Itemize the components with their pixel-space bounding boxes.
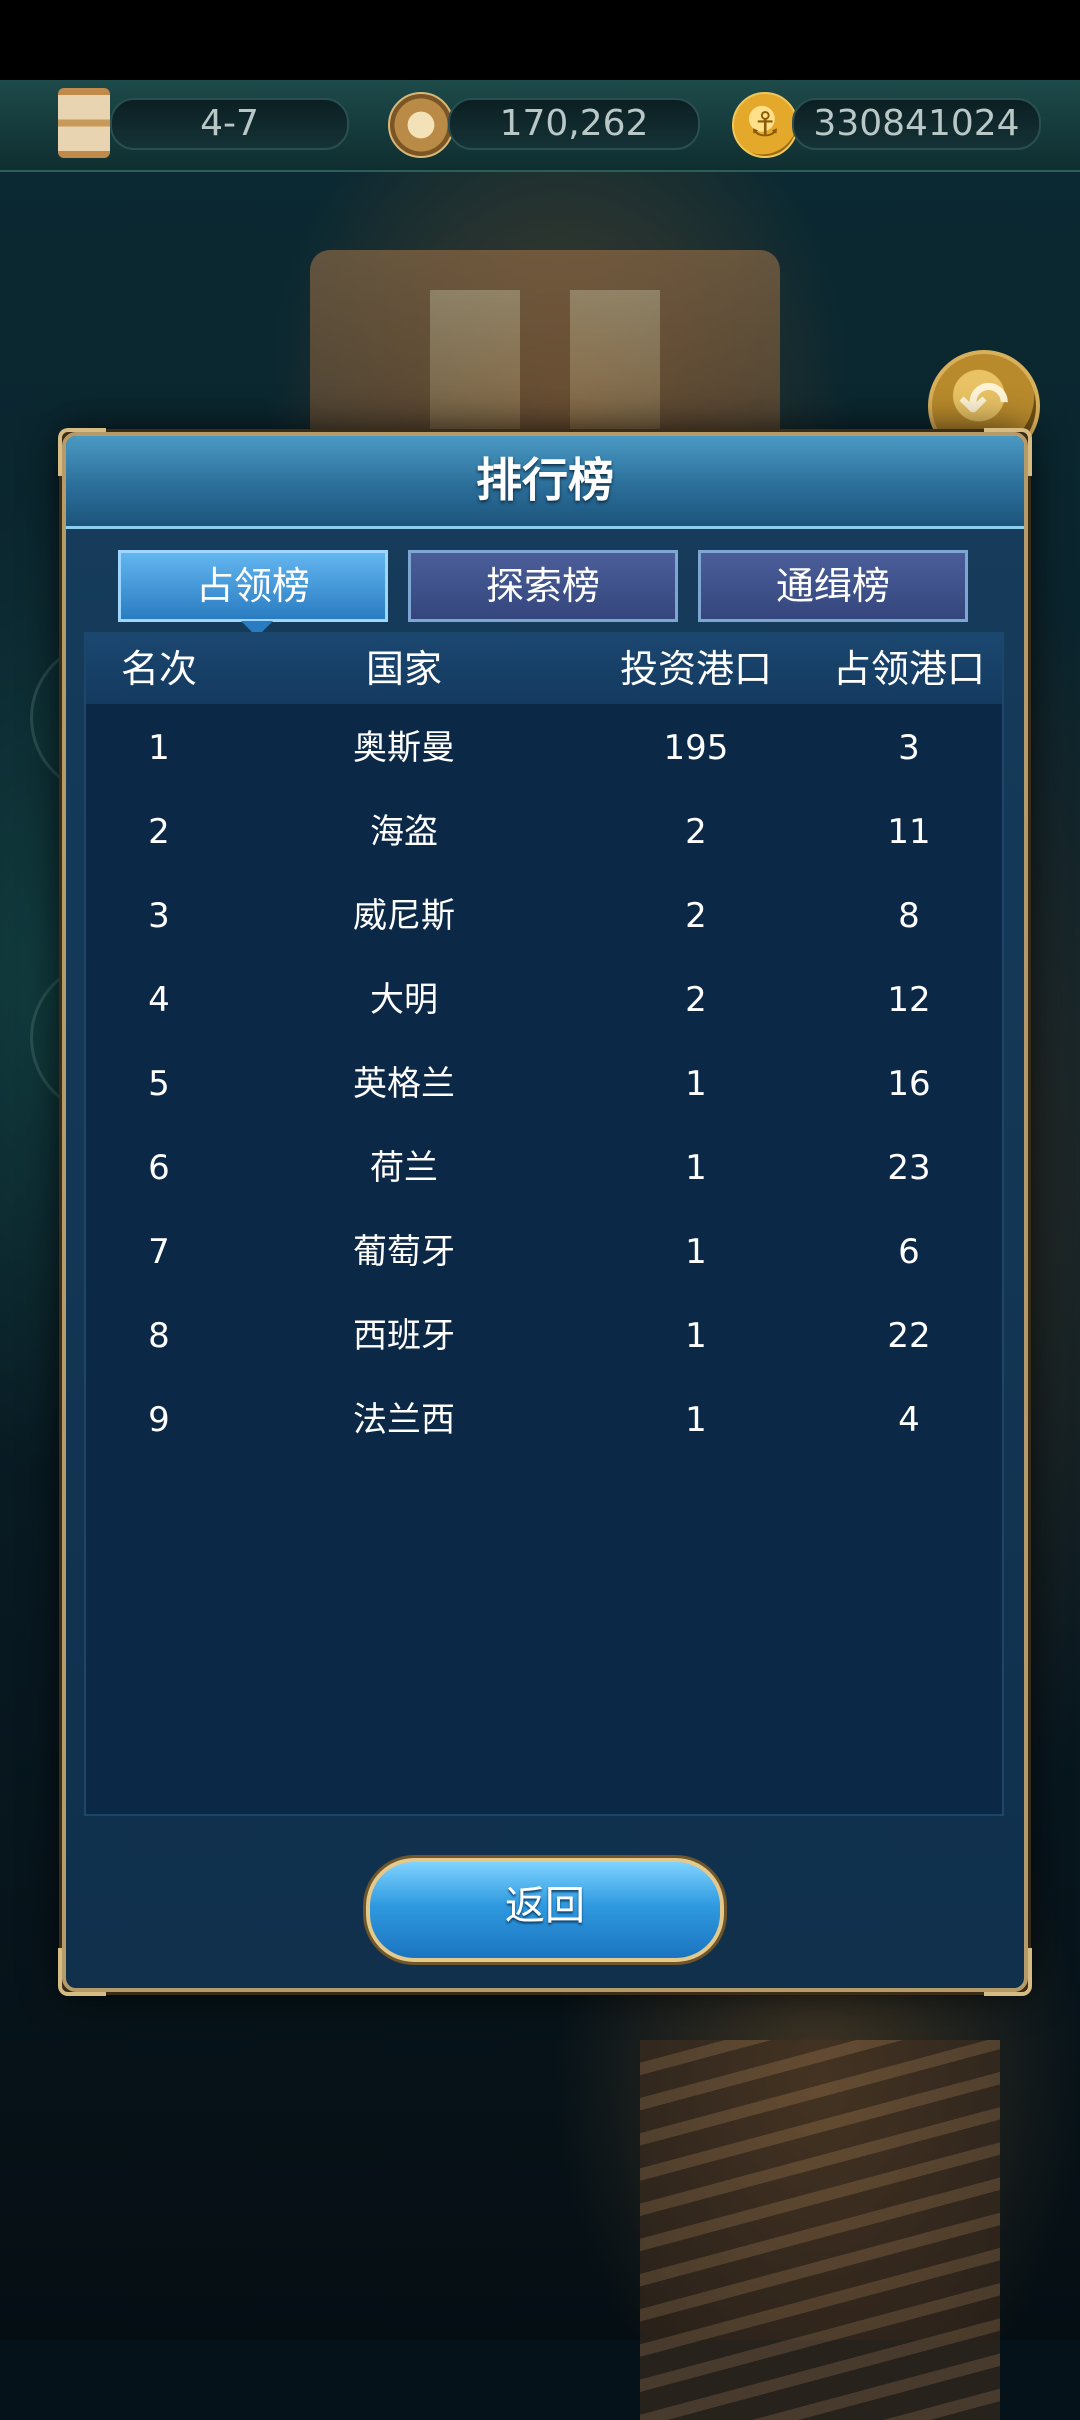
table-row: 8 西班牙 1 22: [86, 1294, 1002, 1378]
cell-invested-ports: 1: [685, 1232, 707, 1272]
hourglass-icon: [58, 88, 110, 158]
ranking-table: 名次 国家 投资港口 占领港口 1 奥斯曼 195 3 2 海盗 2 11 3 威尼斯 2 8 4 大明 2…: [84, 632, 1004, 1816]
compass-value: 170,262: [448, 98, 700, 150]
cell-rank: 7: [148, 1232, 170, 1272]
table-row: 1 奥斯曼 195 3: [86, 706, 1002, 790]
frame-corner: [58, 428, 106, 476]
cell-country: 海盗: [370, 812, 438, 852]
cell-occupied-ports: 11: [887, 812, 931, 852]
header-invested-ports: 投资港口: [619, 647, 772, 691]
cell-invested-ports: 1: [685, 1400, 707, 1440]
table-header: 名次 国家 投资港口 占领港口: [86, 634, 1002, 704]
resource-bar: 4-7 170,262 ⚓ 330841024: [0, 80, 1080, 172]
ship-stairs: [640, 2040, 1000, 2420]
anchor-coin-icon: ⚓: [732, 92, 798, 158]
header-rank: 名次: [120, 647, 197, 691]
cell-occupied-ports: 4: [898, 1400, 920, 1440]
status-bar: [0, 0, 1080, 80]
frame-corner: [984, 1948, 1032, 1996]
cell-invested-ports: 1: [685, 1064, 707, 1104]
frame-corner: [58, 1948, 106, 1996]
tab-wanted[interactable]: 通缉榜: [698, 550, 968, 622]
header-occupied-ports: 占领港口: [832, 647, 985, 691]
table-row: 2 海盗 2 11: [86, 790, 1002, 874]
cell-invested-ports: 2: [685, 980, 707, 1020]
table-row: 4 大明 2 12: [86, 958, 1002, 1042]
cell-invested-ports: 1: [685, 1316, 707, 1356]
cell-country: 大明: [370, 980, 438, 1020]
gold-value: 330841024: [792, 98, 1041, 150]
cell-rank: 4: [148, 980, 170, 1020]
cell-occupied-ports: 8: [898, 896, 920, 936]
tab-label: 占领榜: [195, 564, 310, 608]
modal-header: 排行榜: [66, 436, 1024, 529]
cell-rank: 9: [148, 1400, 170, 1440]
ranking-modal: 排行榜 占领榜 探索榜 通缉榜 名次 国家 投资港口 占领港口 1 奥斯曼 195 3…: [58, 428, 1032, 1996]
header-country: 国家: [365, 647, 442, 691]
cell-occupied-ports: 22: [887, 1316, 931, 1356]
frame-corner: [984, 428, 1032, 476]
cell-rank: 2: [148, 812, 170, 852]
table-row: 7 葡萄牙 1 6: [86, 1210, 1002, 1294]
compass-icon: [388, 92, 454, 158]
cell-occupied-ports: 6: [898, 1232, 920, 1272]
table-row: 6 荷兰 1 23: [86, 1126, 1002, 1210]
cell-rank: 1: [148, 728, 170, 768]
cell-invested-ports: 2: [685, 896, 707, 936]
modal-title: 排行榜: [476, 453, 614, 507]
cell-occupied-ports: 23: [887, 1148, 931, 1188]
return-button[interactable]: 返回: [366, 1858, 724, 1962]
cell-invested-ports: 195: [663, 728, 729, 768]
cell-occupied-ports: 12: [887, 980, 931, 1020]
cell-country: 威尼斯: [353, 896, 455, 936]
tab-exploration[interactable]: 探索榜: [408, 550, 678, 622]
cell-country: 法兰西: [353, 1400, 455, 1440]
cell-rank: 8: [148, 1316, 170, 1356]
cell-country: 奥斯曼: [353, 728, 455, 768]
cell-rank: 3: [148, 896, 170, 936]
tab-label: 通缉榜: [775, 564, 890, 608]
tab-label: 探索榜: [485, 564, 600, 608]
cell-country: 西班牙: [353, 1316, 455, 1356]
cell-country: 荷兰: [370, 1148, 438, 1188]
table-row: 3 威尼斯 2 8: [86, 874, 1002, 958]
cell-occupied-ports: 16: [887, 1064, 931, 1104]
cell-country: 葡萄牙: [353, 1232, 455, 1272]
cell-occupied-ports: 3: [898, 728, 920, 768]
cell-rank: 6: [148, 1148, 170, 1188]
cell-rank: 5: [148, 1064, 170, 1104]
cell-invested-ports: 1: [685, 1148, 707, 1188]
tab-occupation[interactable]: 占领榜: [118, 550, 388, 637]
cell-invested-ports: 2: [685, 812, 707, 852]
table-row: 5 英格兰 1 16: [86, 1042, 1002, 1126]
day-counter: 4-7: [110, 98, 349, 150]
cell-country: 英格兰: [353, 1064, 455, 1104]
table-row: 9 法兰西 1 4: [86, 1378, 1002, 1462]
